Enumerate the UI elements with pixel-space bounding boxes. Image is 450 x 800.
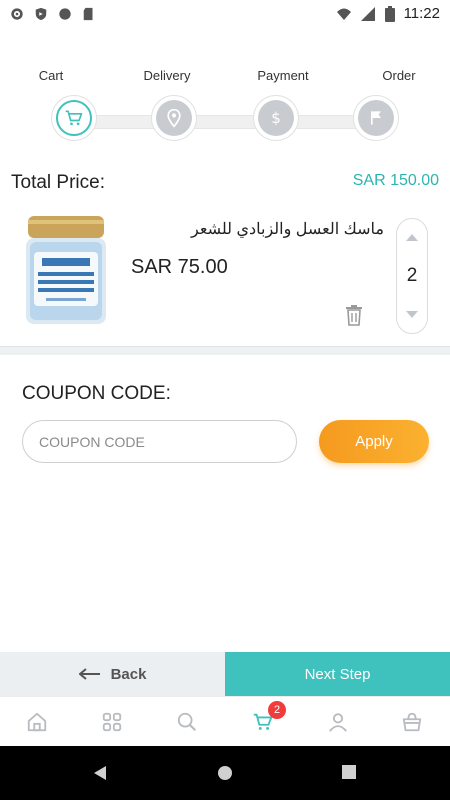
- quantity-stepper: 2: [396, 218, 428, 334]
- arrow-left-icon: [78, 668, 100, 680]
- search-icon: [177, 712, 197, 732]
- tab-cart[interactable]: 2: [250, 701, 286, 735]
- shield-icon: [35, 7, 47, 20]
- tab-categories[interactable]: [99, 709, 125, 735]
- wifi-icon: [336, 8, 351, 20]
- chevron-up-icon: [406, 234, 418, 241]
- user-icon: [329, 713, 347, 732]
- product-image: [26, 216, 106, 324]
- step-label-order: Order: [382, 68, 416, 83]
- quantity-value: 2: [406, 265, 418, 286]
- step-payment[interactable]: $: [253, 95, 299, 141]
- next-step-button[interactable]: Next Step: [225, 652, 450, 696]
- step-label-cart: Cart: [38, 68, 64, 83]
- product-name[interactable]: ماسك العسل والزبادي للشعر: [191, 219, 384, 239]
- cart-icon: [65, 110, 83, 126]
- coupon-input[interactable]: [22, 420, 297, 463]
- tab-search[interactable]: [174, 709, 200, 735]
- sd-card-icon: [83, 7, 93, 20]
- chevron-down-icon: [406, 311, 418, 318]
- battery-icon: [384, 5, 395, 22]
- section-divider: [0, 346, 450, 355]
- dollar-icon: $: [271, 109, 281, 127]
- quantity-increase-button[interactable]: [397, 225, 427, 249]
- clock: 11:22: [403, 5, 440, 22]
- home-icon: [27, 712, 47, 732]
- grid-icon: [102, 712, 122, 732]
- tab-home[interactable]: [24, 709, 50, 735]
- nav-back-icon[interactable]: [92, 765, 108, 781]
- back-button[interactable]: Back: [0, 652, 225, 696]
- trash-icon[interactable]: [344, 304, 364, 326]
- basket-icon: [402, 712, 422, 732]
- total-price-label: Total Price:: [11, 172, 105, 193]
- system-nav-bar: [0, 746, 450, 800]
- nav-home-icon[interactable]: [217, 765, 233, 781]
- next-step-label: Next Step: [304, 665, 371, 683]
- svg-text:$: $: [271, 109, 281, 127]
- quantity-decrease-button[interactable]: [397, 303, 427, 327]
- location-icon: [167, 108, 181, 128]
- signal-icon: [360, 6, 375, 21]
- back-button-label: Back: [110, 665, 147, 683]
- tab-profile[interactable]: [325, 709, 351, 735]
- total-price-value: SAR 150.00: [352, 172, 439, 189]
- step-label-payment: Payment: [257, 68, 309, 83]
- step-label-delivery: Delivery: [143, 68, 191, 83]
- cart-badge: 2: [268, 701, 286, 719]
- product-price: SAR 75.00: [131, 256, 228, 278]
- status-icons-left: [10, 7, 96, 21]
- nav-recents-icon[interactable]: [342, 765, 356, 779]
- step-progress-line: [74, 115, 376, 129]
- status-bar: 11:22: [0, 0, 450, 27]
- coupon-title: COUPON CODE:: [22, 383, 171, 404]
- circle-icon: [59, 7, 71, 20]
- step-delivery[interactable]: [151, 95, 197, 141]
- step-order[interactable]: [353, 95, 399, 141]
- flag-icon: [371, 111, 381, 125]
- bottom-tab-bar: 2: [0, 696, 450, 746]
- tab-orders[interactable]: [399, 709, 425, 735]
- step-cart[interactable]: [51, 95, 97, 141]
- settings-icon: [11, 7, 23, 20]
- checkout-stepper: Cart Delivery Payment Order $: [0, 60, 450, 150]
- apply-coupon-button[interactable]: Apply: [319, 420, 429, 463]
- status-icons-right: 11:22: [336, 5, 440, 22]
